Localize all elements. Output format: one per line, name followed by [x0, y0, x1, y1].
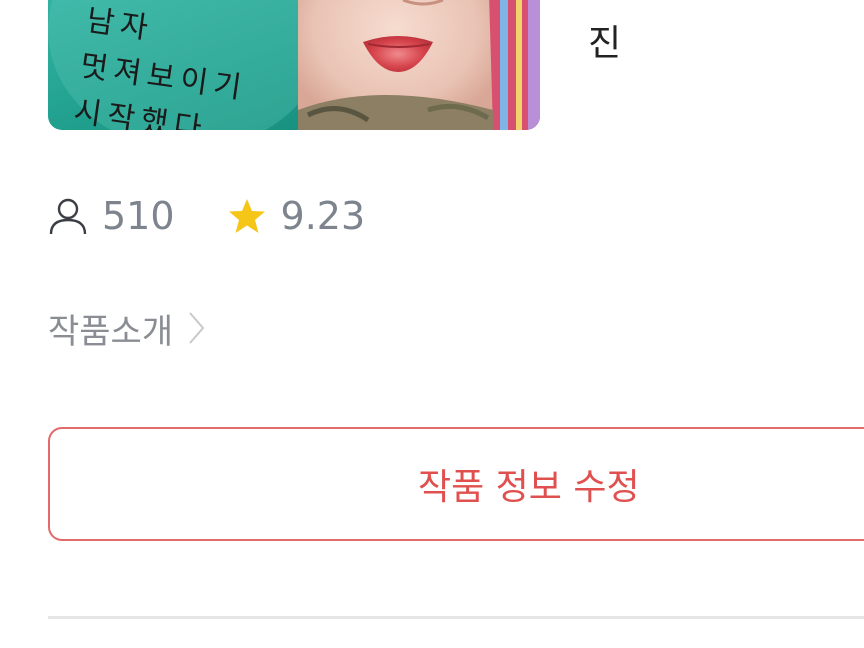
- author-name[interactable]: 진: [588, 14, 621, 66]
- stats-row: 510 9.23: [48, 192, 365, 240]
- cover-image[interactable]: 남자 멋져보이기 시작했다。: [48, 0, 540, 130]
- edit-work-info-label: 작품 정보 수정: [418, 467, 640, 508]
- intro-link[interactable]: 작품소개: [48, 304, 207, 352]
- view-count-value: 510: [102, 194, 175, 238]
- cover-handwriting: 남자 멋져보이기 시작했다。: [71, 0, 259, 130]
- person-icon: [48, 196, 88, 236]
- edit-work-info-button[interactable]: 작품 정보 수정: [48, 427, 864, 541]
- divider: [48, 616, 864, 619]
- view-count: 510: [48, 194, 175, 238]
- rating-value: 9.23: [280, 194, 366, 238]
- chevron-right-icon: [187, 310, 207, 346]
- star-icon: [227, 196, 267, 236]
- work-detail-page: 남자 멋져보이기 시작했다。 진 510 9.23 작품소개 작품 정보 수정: [0, 0, 864, 648]
- rating: 9.23: [227, 194, 366, 238]
- intro-label: 작품소개: [48, 311, 174, 352]
